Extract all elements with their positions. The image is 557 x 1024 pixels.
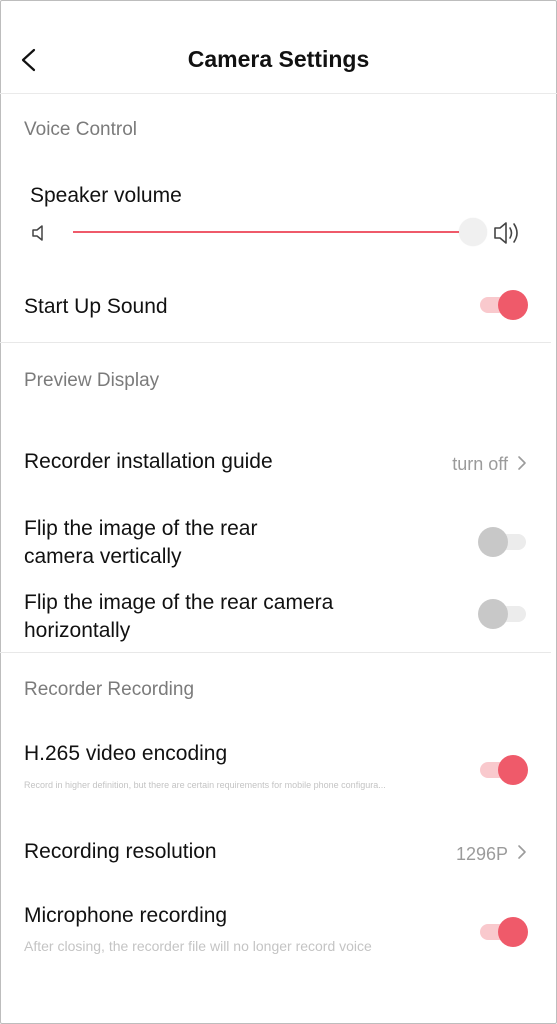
section-divider <box>0 342 551 343</box>
speaker-volume-slider-track[interactable] <box>73 231 473 233</box>
resolution-value[interactable]: 1296P <box>456 844 508 865</box>
h265-toggle[interactable] <box>478 755 528 785</box>
install-guide-value[interactable]: turn off <box>452 454 508 475</box>
page-title: Camera Settings <box>187 46 370 72</box>
section-title-recorder-recording: Recorder Recording <box>24 679 195 700</box>
chevron-right-icon[interactable] <box>516 455 528 471</box>
toggle-knob <box>498 290 528 320</box>
speaker-volume-slider-thumb[interactable] <box>459 218 487 246</box>
toggle-knob <box>478 527 508 557</box>
flip-vertical-label-line2: camera vertically <box>24 545 182 568</box>
h265-label: H.265 video encoding <box>24 742 228 765</box>
install-guide-label[interactable]: Recorder installation guide <box>24 448 273 476</box>
microphone-label: Microphone recording <box>24 904 228 927</box>
speaker-high-icon <box>494 222 518 244</box>
section-title-voice-control: Voice Control <box>24 119 138 140</box>
speaker-low-icon <box>32 225 43 241</box>
header: Camera Settings <box>0 0 557 94</box>
speaker-volume-slider-fill <box>73 231 459 233</box>
chevron-right-icon[interactable] <box>516 844 528 860</box>
toggle-knob <box>498 917 528 947</box>
app-frame <box>0 0 557 1024</box>
microphone-description: After closing, the recorder file will no… <box>24 938 372 954</box>
toggle-knob <box>478 599 508 629</box>
microphone-toggle[interactable] <box>478 917 528 947</box>
section-title-preview-display: Preview Display <box>24 370 160 391</box>
h265-description: Record in higher definition, but there a… <box>24 780 386 790</box>
toggle-knob <box>498 755 528 785</box>
resolution-label[interactable]: Recording resolution <box>24 838 217 866</box>
flip-horizontal-label-line1: Flip the image of the rear camera <box>24 591 334 614</box>
flip-vertical-label-line1: Flip the image of the rear <box>24 517 258 540</box>
startup-sound-toggle[interactable] <box>478 290 528 320</box>
section-divider <box>0 652 551 653</box>
startup-sound-label: Start Up Sound <box>24 295 168 318</box>
flip-vertical-toggle[interactable] <box>478 527 528 557</box>
flip-horizontal-toggle[interactable] <box>478 599 528 629</box>
flip-horizontal-label-line2: horizontally <box>24 619 131 642</box>
speaker-volume-label: Speaker volume <box>30 184 182 207</box>
